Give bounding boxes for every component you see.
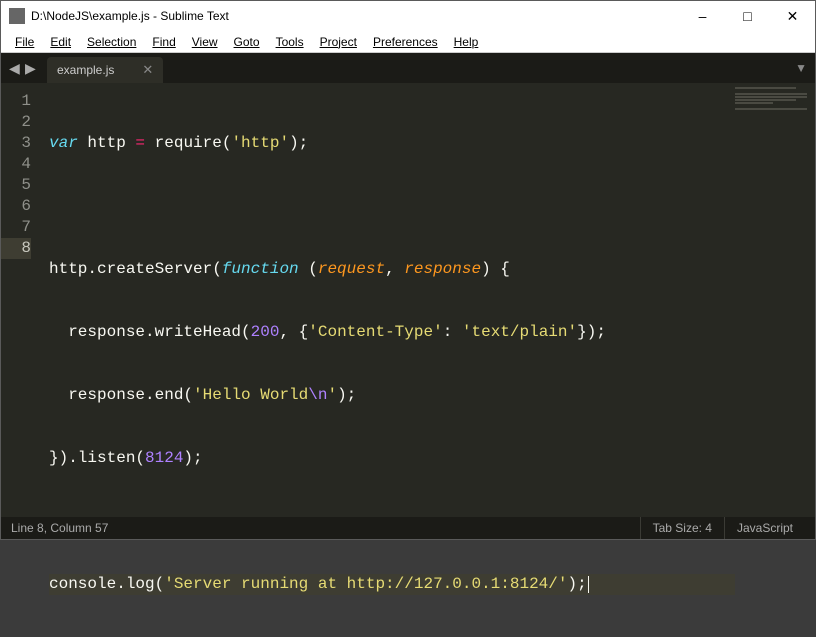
line-number[interactable]: 4 xyxy=(1,154,31,175)
menu-help[interactable]: Help xyxy=(446,33,487,51)
app-icon xyxy=(9,8,25,24)
status-tab-size[interactable]: Tab Size: 4 xyxy=(640,517,724,539)
tab-close-icon[interactable]: ✕ xyxy=(142,62,153,78)
close-button[interactable]: ✕ xyxy=(770,1,815,31)
tab-label: example.js xyxy=(57,63,114,77)
status-bar: Line 8, Column 57 Tab Size: 4 JavaScript xyxy=(1,517,815,539)
menu-find[interactable]: Find xyxy=(144,33,183,51)
window-controls: – □ ✕ xyxy=(680,1,815,31)
menu-file[interactable]: File xyxy=(7,33,42,51)
line-number[interactable]: 3 xyxy=(1,133,31,154)
minimize-button[interactable]: – xyxy=(680,1,725,31)
window-title: D:\NodeJS\example.js - Sublime Text xyxy=(31,9,680,23)
menu-view[interactable]: View xyxy=(184,33,226,51)
line-number[interactable]: 2 xyxy=(1,112,31,133)
menu-project[interactable]: Project xyxy=(312,33,365,51)
tab-example-js[interactable]: example.js ✕ xyxy=(47,57,163,83)
status-syntax[interactable]: JavaScript xyxy=(724,517,805,539)
minimap[interactable] xyxy=(735,83,815,517)
gutter: 1 2 3 4 5 6 7 8 xyxy=(1,83,41,517)
menu-tools[interactable]: Tools xyxy=(268,33,312,51)
line-number[interactable]: 6 xyxy=(1,196,31,217)
menu-goto[interactable]: Goto xyxy=(226,33,268,51)
text-cursor xyxy=(588,576,589,593)
line-number[interactable]: 7 xyxy=(1,217,31,238)
menu-preferences[interactable]: Preferences xyxy=(365,33,446,51)
menu-edit[interactable]: Edit xyxy=(42,33,79,51)
status-position[interactable]: Line 8, Column 57 xyxy=(11,521,640,535)
line-number[interactable]: 5 xyxy=(1,175,31,196)
line-number[interactable]: 8 xyxy=(1,238,31,259)
line-number[interactable]: 1 xyxy=(1,91,31,112)
titlebar: D:\NodeJS\example.js - Sublime Text – □ … xyxy=(1,1,815,31)
tab-overflow-icon[interactable]: ▼ xyxy=(795,61,807,75)
code-area[interactable]: var http = require('http'); http.createS… xyxy=(41,83,735,517)
tab-nav-forward-icon[interactable]: ▶ xyxy=(25,61,39,75)
tab-bar: ◀ ▶ example.js ✕ ▼ xyxy=(1,53,815,83)
editor: 1 2 3 4 5 6 7 8 var http = require('http… xyxy=(1,83,815,517)
tab-nav-back-icon[interactable]: ◀ xyxy=(9,61,23,75)
menubar: File Edit Selection Find View Goto Tools… xyxy=(1,31,815,53)
maximize-button[interactable]: □ xyxy=(725,1,770,31)
menu-selection[interactable]: Selection xyxy=(79,33,144,51)
